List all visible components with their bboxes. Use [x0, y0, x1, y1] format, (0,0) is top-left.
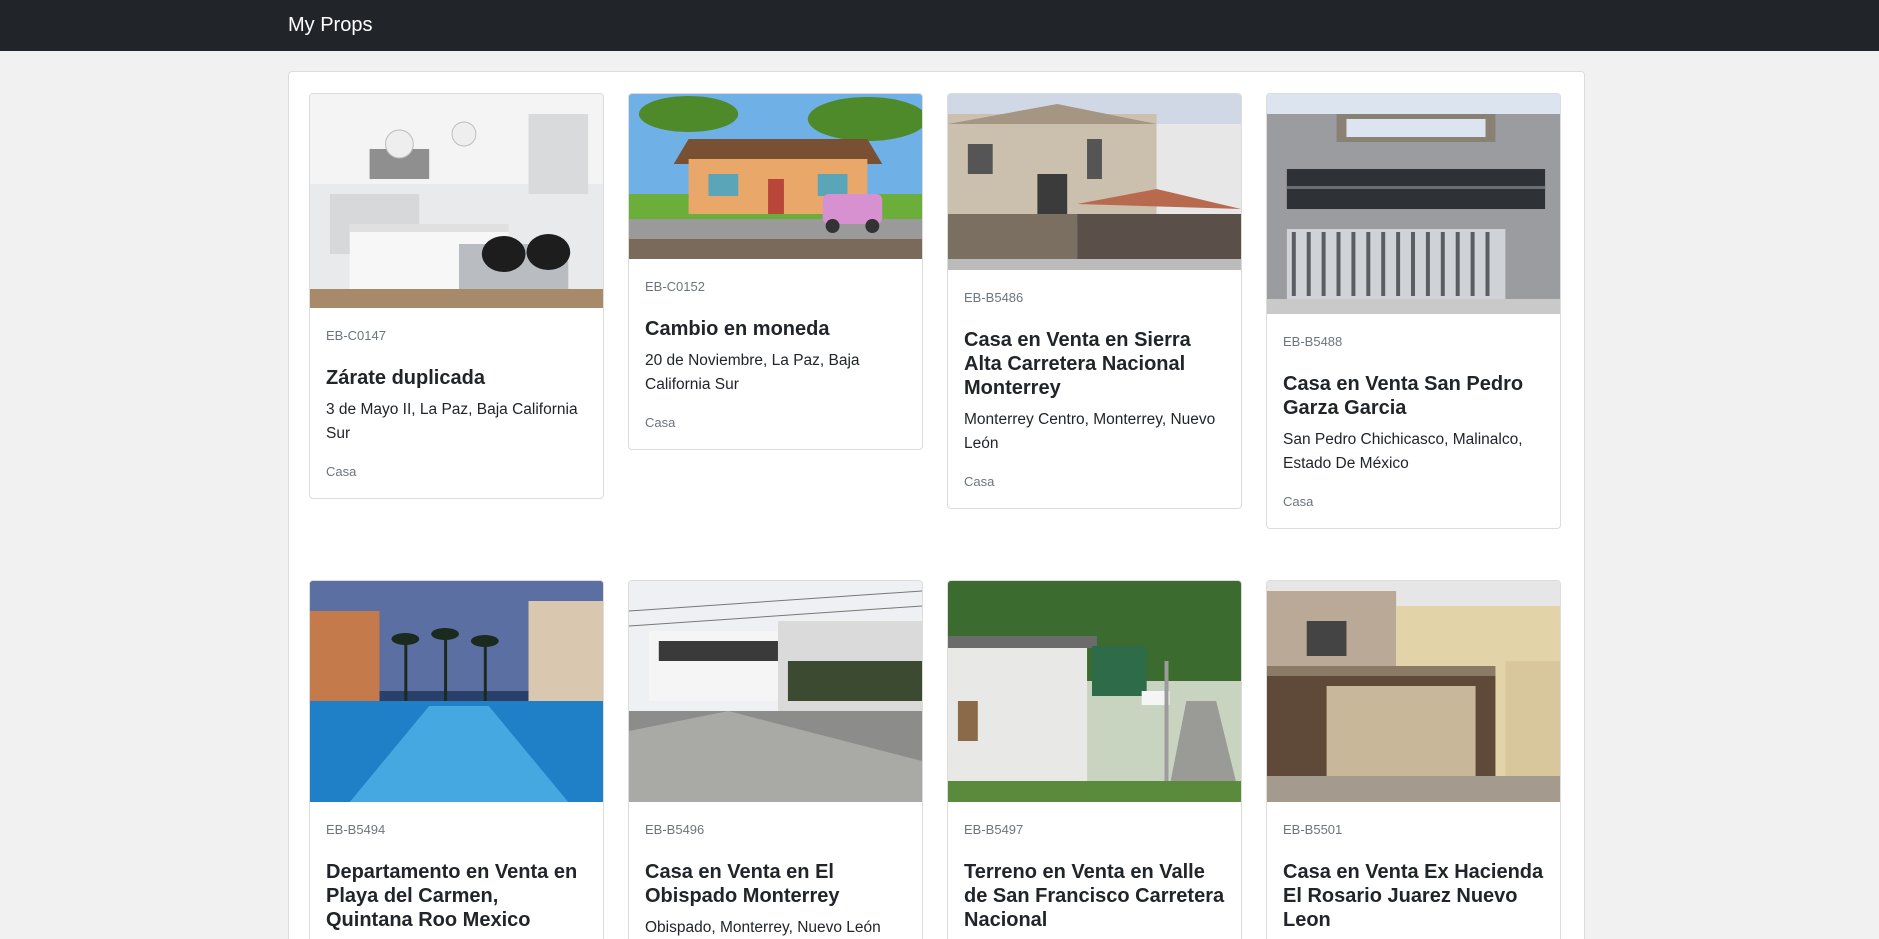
card-body: EB-B5496 Casa en Venta en El Obispado Mo…: [629, 802, 922, 939]
property-address: 20 de Noviembre, La Paz, Baja California…: [645, 352, 860, 393]
property-title[interactable]: Casa en Venta en Sierra Alta Carretera N…: [964, 328, 1225, 400]
property-title[interactable]: Casa en Venta Ex Hacienda El Rosario Jua…: [1283, 860, 1544, 932]
property-address: Obispado, Monterrey, Nuevo León: [645, 919, 881, 936]
property-title[interactable]: Casa en Venta San Pedro Garza Garcia: [1283, 372, 1544, 420]
card-body: EB-C0147 Zárate duplicada 3 de Mayo II, …: [310, 308, 603, 498]
property-title[interactable]: Cambio en moneda: [645, 317, 906, 341]
card-body: EB-B5501 Casa en Venta Ex Hacienda El Ro…: [1267, 802, 1560, 939]
property-code: EB-B5488: [1283, 334, 1343, 349]
property-image-street-house: [629, 581, 922, 802]
property-image-cartoon-house: [629, 94, 922, 259]
property-card[interactable]: EB-B5494 Departamento en Venta en Playa …: [309, 580, 604, 939]
property-card[interactable]: EB-B5497 Terreno en Venta en Valle de Sa…: [947, 580, 1242, 939]
property-code: EB-B5496: [645, 822, 705, 837]
property-card[interactable]: EB-C0152 Cambio en moneda 20 de Noviembr…: [628, 93, 923, 450]
property-title[interactable]: Departamento en Venta en Playa del Carme…: [326, 860, 587, 932]
card-body: EB-B5494 Departamento en Venta en Playa …: [310, 802, 603, 939]
property-type: Casa: [1283, 494, 1314, 509]
property-image-townhouse: [1267, 581, 1560, 802]
property-type: Casa: [964, 474, 995, 489]
property-image-kitchen: [310, 94, 603, 308]
property-title[interactable]: Terreno en Venta en Valle de San Francis…: [964, 860, 1225, 932]
property-image-modern-house: [1267, 94, 1560, 314]
card-body: EB-C0152 Cambio en moneda 20 de Noviembr…: [629, 259, 922, 449]
property-address: San Pedro Chichicasco, Malinalco, Estado…: [1283, 431, 1523, 472]
card-body: EB-B5488 Casa en Venta San Pedro Garza G…: [1267, 314, 1560, 528]
property-card[interactable]: EB-B5501 Casa en Venta Ex Hacienda El Ro…: [1266, 580, 1561, 939]
property-code: EB-B5497: [964, 822, 1024, 837]
property-address: 3 de Mayo II, La Paz, Baja California Su…: [326, 401, 578, 442]
card-body: EB-B5486 Casa en Venta en Sierra Alta Ca…: [948, 270, 1241, 508]
property-card[interactable]: EB-B5488 Casa en Venta San Pedro Garza G…: [1266, 93, 1561, 529]
property-type: Casa: [326, 464, 357, 479]
properties-container: EB-C0147 Zárate duplicada 3 de Mayo II, …: [288, 71, 1585, 939]
property-address: Monterrey Centro, Monterrey, Nuevo León: [964, 411, 1216, 452]
property-code: EB-C0147: [326, 328, 386, 343]
navbar: My Props: [0, 0, 1879, 51]
property-card[interactable]: EB-B5486 Casa en Venta en Sierra Alta Ca…: [947, 93, 1242, 509]
property-card[interactable]: EB-B5496 Casa en Venta en El Obispado Mo…: [628, 580, 923, 939]
property-image-two-story-house: [948, 94, 1241, 270]
property-card[interactable]: EB-C0147 Zárate duplicada 3 de Mayo II, …: [309, 93, 604, 499]
brand-link[interactable]: My Props: [288, 12, 372, 38]
property-code: EB-B5486: [964, 290, 1024, 305]
property-title[interactable]: Casa en Venta en El Obispado Monterrey: [645, 860, 906, 908]
property-code: EB-B5494: [326, 822, 386, 837]
property-image-land-entrance: [948, 581, 1241, 802]
property-image-pool-resort: [310, 581, 603, 802]
property-code: EB-B5501: [1283, 822, 1343, 837]
property-code: EB-C0152: [645, 279, 705, 294]
property-type: Casa: [645, 415, 676, 430]
property-title[interactable]: Zárate duplicada: [326, 366, 587, 390]
card-body: EB-B5497 Terreno en Venta en Valle de Sa…: [948, 802, 1241, 939]
